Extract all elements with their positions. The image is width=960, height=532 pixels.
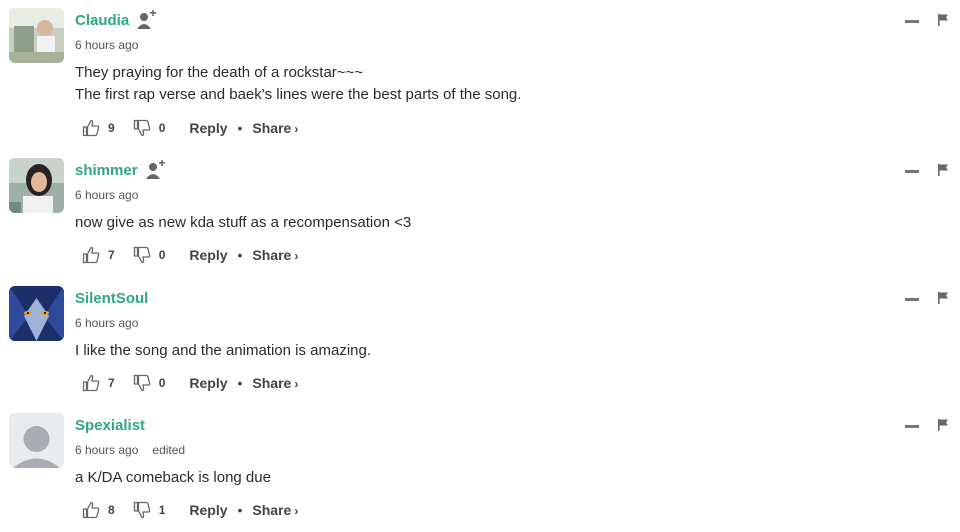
comment-list: Claudia 6 hours ago They praying for the… [0, 0, 960, 532]
share-button[interactable]: Share › [252, 502, 298, 518]
thumbs-down-icon [133, 119, 150, 137]
thumbs-up-icon [82, 501, 100, 519]
thumbs-down-icon [133, 246, 150, 264]
downvote-count: 0 [158, 121, 166, 135]
share-label: Share [252, 502, 292, 518]
thumbs-up-icon [82, 246, 100, 264]
follow-user-icon[interactable] [145, 160, 165, 180]
collapse-icon[interactable] [905, 20, 919, 23]
reply-button[interactable]: Reply [189, 247, 227, 263]
comment-timestamp: 6 hours ago [75, 443, 139, 457]
comment-timestamp: 6 hours ago [75, 38, 139, 52]
thumbs-up-icon [82, 119, 100, 137]
share-button[interactable]: Share › [252, 375, 298, 391]
avatar[interactable] [9, 413, 64, 468]
upvote-count: 8 [108, 503, 115, 517]
upvote-button[interactable]: 9 [82, 119, 115, 137]
reply-button[interactable]: Reply [189, 375, 227, 391]
comment-meta: 6 hours ago [75, 316, 138, 330]
share-button[interactable]: Share › [252, 247, 298, 263]
avatar[interactable] [9, 158, 64, 213]
flag-icon[interactable] [937, 164, 949, 176]
comment-item: shimmer 6 hours ago now give as new kda … [0, 150, 960, 278]
comment-username[interactable]: SilentSoul [75, 290, 148, 307]
flag-icon[interactable] [937, 292, 949, 304]
separator-dot: • [237, 120, 243, 136]
comment-meta: 6 hours ago [75, 188, 138, 202]
thumbs-down-icon [133, 501, 150, 519]
chevron-right-icon: › [294, 377, 299, 391]
upvote-count: 7 [108, 248, 115, 262]
comment-body: now give as new kda stuff as a recompens… [75, 212, 411, 234]
downvote-count: 0 [158, 248, 166, 262]
comment-text-line: I like the song and the animation is ama… [75, 342, 372, 359]
flag-icon[interactable] [937, 419, 949, 431]
thumbs-up-icon [82, 374, 100, 392]
chevron-right-icon: › [294, 122, 299, 136]
follow-user-icon[interactable] [136, 10, 156, 30]
separator-dot: • [237, 375, 243, 391]
comment-actions: 7 0 Reply • Share › [82, 245, 298, 265]
comment-timestamp: 6 hours ago [75, 188, 139, 202]
share-label: Share [252, 120, 292, 136]
comment-username[interactable]: Claudia [75, 12, 129, 29]
edited-label: edited [152, 443, 186, 457]
separator-dot: • [237, 247, 243, 263]
comment-body: I like the song and the animation is ama… [75, 340, 371, 362]
upvote-button[interactable]: 7 [82, 246, 115, 264]
downvote-count: 1 [158, 503, 166, 517]
collapse-icon[interactable] [905, 170, 919, 173]
comment-item: Spexialist 6 hours ago edited a K/DA come… [0, 405, 960, 532]
separator-dot: • [237, 502, 243, 518]
upvote-count: 7 [108, 376, 115, 390]
comment-meta: 6 hours ago edited [75, 443, 185, 457]
avatar[interactable] [9, 286, 64, 341]
collapse-icon[interactable] [905, 298, 919, 301]
downvote-button[interactable]: 0 [133, 246, 166, 264]
comment-actions: 9 0 Reply • Share › [82, 118, 298, 138]
upvote-count: 9 [108, 121, 115, 135]
downvote-button[interactable]: 1 [133, 501, 166, 519]
flag-icon[interactable] [937, 14, 949, 26]
chevron-right-icon: › [294, 504, 299, 518]
comment-text-line: The first rap verse and baek's lines wer… [75, 86, 522, 103]
downvote-button[interactable]: 0 [133, 119, 166, 137]
comment-actions: 7 0 Reply • Share › [82, 373, 298, 393]
comment-timestamp: 6 hours ago [75, 316, 139, 330]
avatar[interactable] [9, 8, 64, 63]
comment-meta: 6 hours ago [75, 38, 138, 52]
upvote-button[interactable]: 7 [82, 374, 115, 392]
comment-text-line: They praying for the death of a rockstar… [75, 64, 364, 81]
upvote-button[interactable]: 8 [82, 501, 115, 519]
comment-actions: 8 1 Reply • Share › [82, 500, 298, 520]
share-button[interactable]: Share › [252, 120, 298, 136]
comment-text-line: a K/DA comeback is long due [75, 469, 271, 486]
share-label: Share [252, 375, 292, 391]
comment-body: They praying for the death of a rockstar… [75, 62, 521, 106]
comment-username[interactable]: Spexialist [75, 417, 145, 434]
comment-username[interactable]: shimmer [75, 162, 138, 179]
collapse-icon[interactable] [905, 425, 919, 428]
default-user-avatar-icon [9, 413, 64, 468]
reply-button[interactable]: Reply [189, 120, 227, 136]
comment-item: Claudia 6 hours ago They praying for the… [0, 0, 960, 137]
share-label: Share [252, 247, 292, 263]
comment-item: SilentSoul 6 hours ago I like the song a… [0, 278, 960, 406]
reply-button[interactable]: Reply [189, 502, 227, 518]
thumbs-down-icon [133, 374, 150, 392]
comment-text-line: now give as new kda stuff as a recompens… [75, 214, 412, 231]
downvote-button[interactable]: 0 [133, 374, 166, 392]
downvote-count: 0 [158, 376, 166, 390]
chevron-right-icon: › [294, 249, 299, 263]
comment-body: a K/DA comeback is long due [75, 467, 271, 489]
